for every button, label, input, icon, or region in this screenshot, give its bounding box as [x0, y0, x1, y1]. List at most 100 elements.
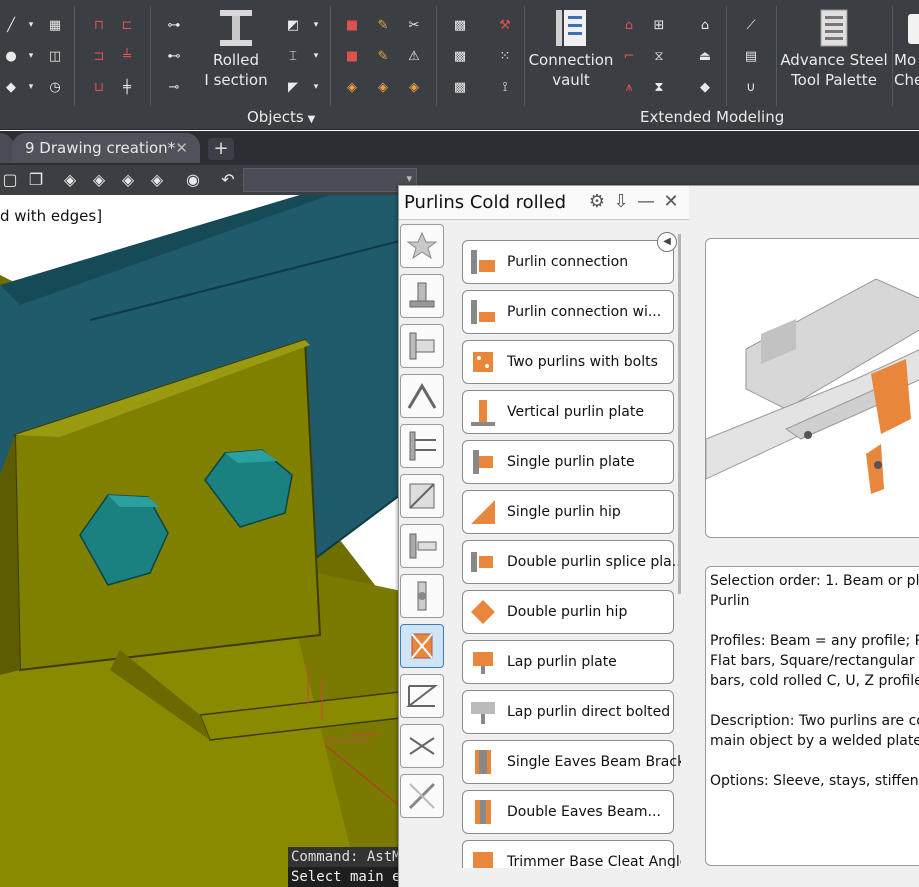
bracket-tool-icon[interactable]: ⌶ — [282, 45, 304, 67]
house-icon[interactable]: ⏏ — [694, 45, 716, 67]
list-item[interactable]: Double purlin splice pla... — [462, 540, 681, 584]
frame-icon[interactable]: ◫ — [44, 45, 66, 67]
list-item[interactable]: Double purlin hip — [462, 590, 674, 634]
category-favorites[interactable] — [400, 224, 444, 268]
weld-icon[interactable]: ✎ — [372, 14, 394, 36]
document-tab-active[interactable]: 9 Drawing creation* ✕ — [12, 133, 200, 163]
house-icon[interactable]: ⌂ — [694, 14, 716, 36]
shade-icon[interactable]: ◈ — [147, 170, 167, 190]
pattern-icon[interactable]: ▩ — [449, 14, 471, 36]
plate-tool-icon[interactable]: ◩ — [282, 14, 304, 36]
model-check-button[interactable]: Mo Che — [894, 8, 919, 90]
dropdown-arrow-icon[interactable]: ▾ — [305, 76, 327, 98]
truss-icon[interactable]: ⧗ — [648, 76, 670, 98]
beam-tool-icon[interactable]: ⊔ — [88, 76, 110, 98]
grid-icon[interactable]: ▦ — [44, 14, 66, 36]
close-icon[interactable]: ✕ — [175, 133, 188, 163]
gear-icon[interactable]: ⚙ — [586, 191, 608, 213]
category-misc[interactable] — [400, 774, 444, 818]
bolt-icon[interactable]: ⚒ — [494, 14, 516, 36]
beam-tool-icon[interactable]: ⊐ — [88, 45, 110, 67]
beam-tool-icon[interactable]: ╧ — [116, 45, 138, 67]
pattern-icon[interactable]: ▩ — [449, 45, 471, 67]
sphere-tool-icon[interactable]: ● — [0, 45, 22, 67]
shade-icon[interactable]: ◈ — [60, 170, 80, 190]
beam-tool-icon[interactable]: ╪ — [116, 76, 138, 98]
category-column-beam[interactable] — [400, 424, 444, 468]
bolt-pattern-icon[interactable]: ⁙ — [494, 45, 516, 67]
shade-icon[interactable]: ◈ — [89, 170, 109, 190]
list-item[interactable]: Double Eaves Beam... — [462, 790, 674, 834]
cage-icon[interactable]: ∪ — [740, 76, 762, 98]
category-clip-angles[interactable] — [400, 324, 444, 368]
list-item[interactable]: Single Eaves Beam Brack... — [462, 740, 681, 784]
view-combo[interactable]: ▾ — [243, 168, 417, 192]
rolled-section-button[interactable]: Rolled I section — [198, 8, 274, 90]
railing-icon[interactable]: ▤ — [740, 45, 762, 67]
camera-icon[interactable]: ◉ — [183, 170, 203, 190]
plate-icon[interactable]: ■ — [341, 14, 363, 36]
palette-title-bar[interactable]: Purlins Cold rolled ⚙ ⇩ — ✕ — [399, 186, 689, 220]
fold-tool-icon[interactable]: ◤ — [282, 76, 304, 98]
weld-icon[interactable]: ✎ — [372, 45, 394, 67]
minimize-icon[interactable]: — — [635, 191, 657, 213]
list-item[interactable]: Lap purlin plate — [462, 640, 674, 684]
beam-tool-icon[interactable]: ⊏ — [116, 14, 138, 36]
category-base-plates[interactable] — [400, 274, 444, 318]
list-item[interactable]: Purlin connection wi... — [462, 290, 674, 334]
stair-icon[interactable]: ⟋ — [740, 14, 762, 36]
shape-icon[interactable]: ◈ — [341, 76, 363, 98]
list-item[interactable]: Vertical purlin plate — [462, 390, 674, 434]
pattern-icon[interactable]: ▩ — [449, 76, 471, 98]
view-copy-icon[interactable]: ❐ — [26, 170, 46, 190]
dropdown-arrow-icon[interactable]: ▾ — [20, 14, 42, 36]
truss-icon[interactable]: ⊞ — [648, 14, 670, 36]
list-item[interactable]: Purlin connection — [462, 240, 674, 284]
tool-palette-button[interactable]: Advance Steel Tool Palette — [778, 8, 890, 90]
cube-icon[interactable]: ◆ — [694, 76, 716, 98]
new-tab-button[interactable]: + — [208, 138, 234, 160]
list-item[interactable]: Lap purlin direct bolted — [462, 690, 674, 734]
list-item[interactable]: Single purlin hip — [462, 490, 674, 534]
category-beam-splice[interactable] — [400, 524, 444, 568]
section-tool-icon[interactable]: ⊶ — [163, 14, 185, 36]
category-apex[interactable] — [400, 374, 444, 418]
plate-icon[interactable]: ■ — [341, 45, 363, 67]
section-tool-icon[interactable]: ⊸ — [163, 76, 185, 98]
close-icon[interactable]: ✕ — [660, 191, 682, 213]
list-item[interactable]: Single purlin plate — [462, 440, 674, 484]
dropdown-arrow-icon[interactable]: ▾ — [20, 45, 42, 67]
collapse-left-button[interactable]: ◀ — [657, 232, 677, 252]
line-tool-icon[interactable]: ╱ — [0, 14, 22, 36]
connection-vault-button[interactable]: Connection vault — [527, 8, 615, 90]
shape-icon[interactable]: ◈ — [403, 76, 425, 98]
dropdown-arrow-icon[interactable]: ▾ — [305, 45, 327, 67]
cut-icon[interactable]: ✂ — [403, 14, 425, 36]
frame-icon[interactable]: ⌐ — [618, 45, 640, 67]
view-cube-icon[interactable]: ▢ — [0, 170, 20, 190]
list-scrollbar[interactable] — [678, 234, 681, 594]
anchor-icon[interactable]: ⟟ — [494, 76, 516, 98]
dropdown-arrow-icon[interactable]: ▾ — [20, 76, 42, 98]
section-tool-icon[interactable]: ⊷ — [163, 45, 185, 67]
truss-icon[interactable]: ⧖ — [648, 45, 670, 67]
category-purlins[interactable] — [400, 624, 444, 668]
shape-icon[interactable]: ◈ — [372, 76, 394, 98]
dropdown-arrow-icon[interactable]: ▾ — [305, 14, 327, 36]
category-joists[interactable] — [400, 674, 444, 718]
list-item[interactable]: Trimmer Base Cleat Angle — [462, 840, 681, 868]
clock-icon[interactable]: ◷ — [44, 76, 66, 98]
objects-group-label[interactable]: Objects ▼ — [247, 108, 315, 126]
category-tubes[interactable] — [400, 574, 444, 618]
undo-view-icon[interactable]: ↶ — [218, 170, 238, 190]
shape-tool-icon[interactable]: ◆ — [0, 76, 22, 98]
list-item[interactable]: Two purlins with bolts — [462, 340, 674, 384]
cut-icon[interactable]: ⚠ — [403, 45, 425, 67]
category-bracing[interactable] — [400, 474, 444, 518]
frame-icon[interactable]: ⩚ — [618, 76, 640, 98]
beam-tool-icon[interactable]: ⊓ — [88, 14, 110, 36]
pin-icon[interactable]: ⇩ — [610, 191, 632, 213]
category-stairs[interactable] — [400, 724, 444, 768]
frame-icon[interactable]: ⌂ — [618, 14, 640, 36]
shade-icon[interactable]: ◈ — [118, 170, 138, 190]
